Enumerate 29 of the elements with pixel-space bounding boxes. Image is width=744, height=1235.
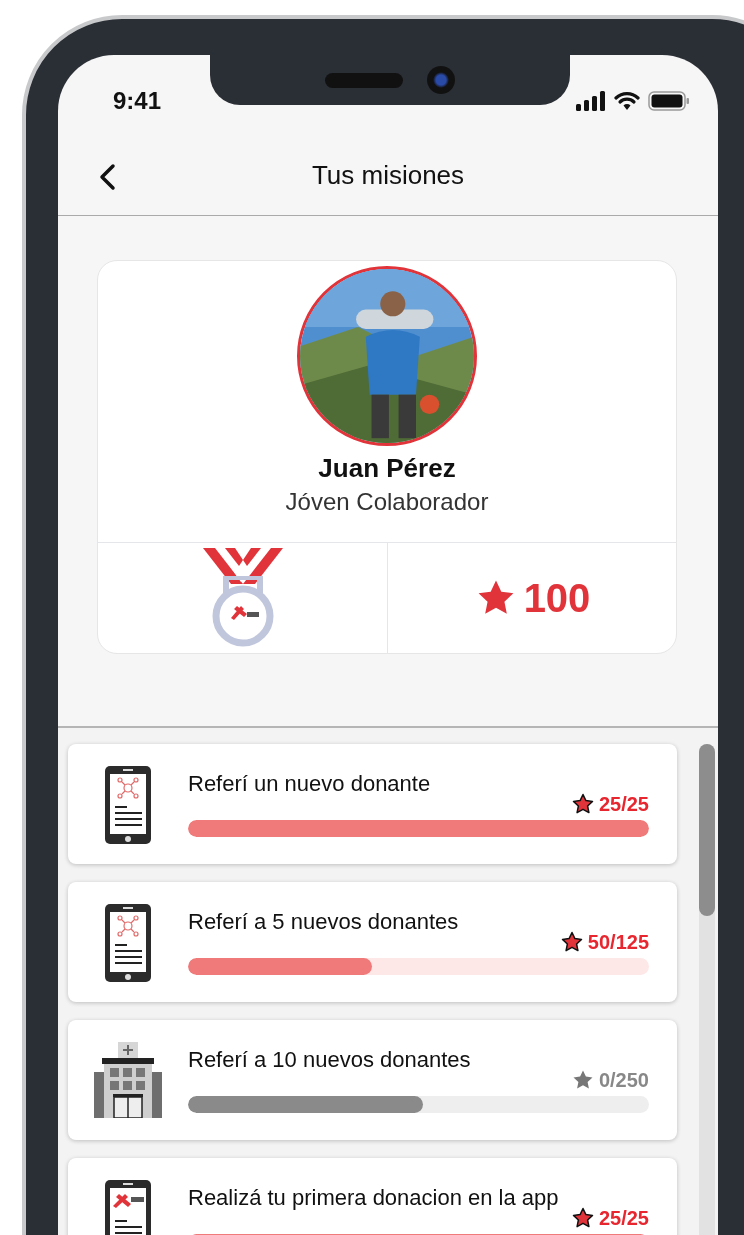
battery-icon: [648, 91, 690, 111]
medal-icon: [202, 548, 283, 648]
hospital-icon: [94, 1042, 162, 1118]
mission-score: 0/250: [598, 1068, 649, 1092]
star-icon: [559, 930, 584, 954]
mission-title: Realizá tu primera donacion en la app: [188, 1184, 560, 1212]
points-total: 100: [523, 575, 591, 621]
phone-network-icon: [105, 766, 151, 844]
star-icon: [570, 1206, 595, 1230]
mission-card[interactable]: Referí un nuevo donante 25/25: [68, 744, 677, 864]
mission-card[interactable]: Referí a 10 nuevos donantes 0/250: [68, 1020, 677, 1140]
mission-score: 50/125: [587, 930, 649, 954]
mission-title: Referí a 5 nuevos donantes: [188, 908, 460, 936]
mission-card[interactable]: Realizá tu primera donacion en la app 25/25: [68, 1158, 677, 1235]
scrollbar[interactable]: [699, 744, 715, 1235]
mission-card[interactable]: Referí a 5 nuevos donantes 50/125: [68, 882, 677, 1002]
wifi-icon: [614, 91, 640, 111]
user-name: Juan Pérez: [318, 453, 456, 484]
mission-title: Referí a 10 nuevos donantes: [188, 1046, 472, 1074]
user-role: Jóven Colaborador: [285, 488, 489, 516]
signal-icon: [576, 91, 606, 111]
mission-score: 25/25: [598, 792, 649, 816]
screen-title: Tus misiones: [311, 158, 465, 191]
phone-document-icon: [105, 1180, 151, 1235]
star-icon: [570, 792, 595, 816]
mission-title: Referí un nuevo donante: [188, 770, 432, 798]
status-time: 9:41: [113, 87, 162, 115]
phone-network-icon: [105, 904, 151, 982]
mission-score: 25/25: [598, 1206, 649, 1230]
